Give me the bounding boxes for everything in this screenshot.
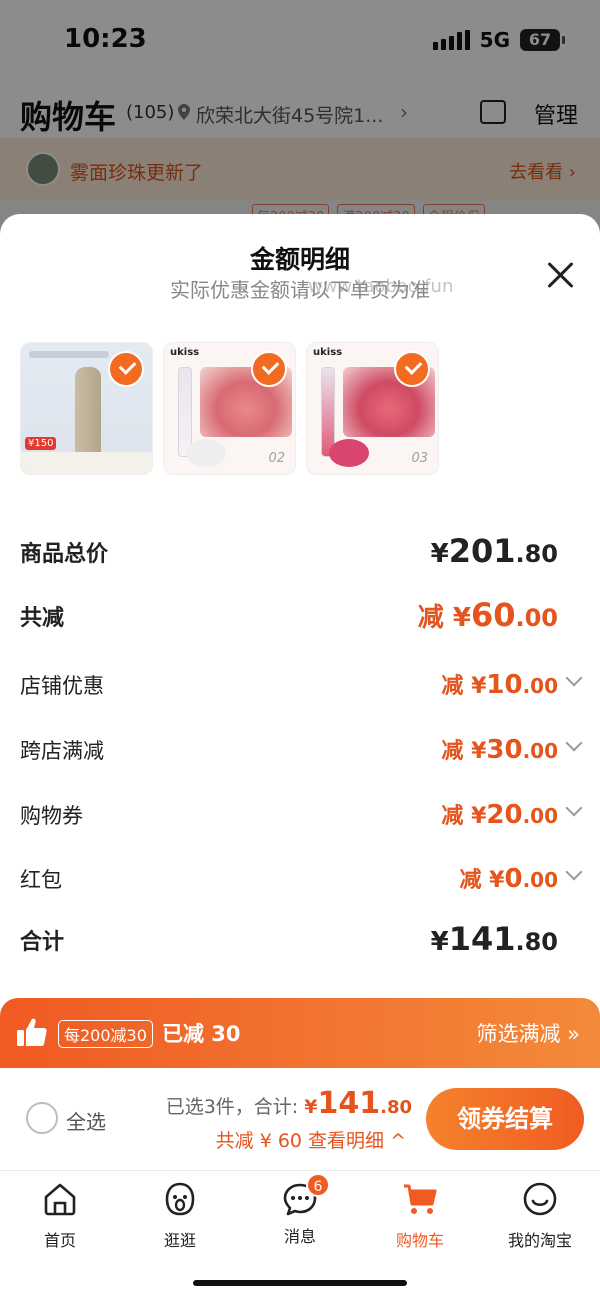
- home-indicator: [193, 1280, 407, 1286]
- chevron-down-icon[interactable]: [565, 799, 583, 817]
- watermark: www.taobao.fun: [308, 276, 454, 297]
- row-value: 减 ¥0.00: [459, 864, 559, 894]
- row-value: 减 ¥10.00: [441, 670, 558, 700]
- row-value: 减 ¥60.00: [417, 596, 558, 634]
- row-value: ¥201.80: [430, 532, 558, 570]
- sheet-subtitle: 实际优惠金额请以下单页为准: [170, 278, 430, 302]
- row-value: ¥141.80: [430, 920, 558, 958]
- checkmark-icon[interactable]: [108, 351, 144, 387]
- row-label: 跨店满减: [20, 739, 104, 763]
- amount-detail-sheet: 金额明细 实际优惠金额请以下单页为准 www.taobao.fun ¥150 u…: [0, 214, 600, 1298]
- chevron-down-icon[interactable]: [565, 669, 583, 687]
- row-label: 商品总价: [20, 542, 109, 567]
- tab-label: 逛逛: [163, 1231, 196, 1250]
- checkout-bar: 全选 已选3件，合计: ¥141.80 共减 ¥ 60 查看明细 ^ 领券结算: [0, 1068, 600, 1170]
- selected-products: ¥150 ukiss 02 ukiss 03: [20, 342, 439, 475]
- cart-icon: [404, 1184, 437, 1214]
- selected-count-label: 已选3件，合计:: [165, 1096, 299, 1118]
- view-detail-link[interactable]: 共减 ¥ 60 查看明细 ^: [216, 1126, 406, 1153]
- checkmark-icon[interactable]: [394, 351, 430, 387]
- red-packet-row[interactable]: 红包 减 ¥0.00: [0, 858, 600, 898]
- promo-saved: 已减 30: [162, 1022, 241, 1046]
- promo-badge: 每200减30: [58, 1020, 153, 1048]
- select-all-label[interactable]: 全选: [66, 1106, 106, 1135]
- row-value: 减 ¥30.00: [441, 735, 558, 765]
- checkout-button[interactable]: 领券结算: [426, 1088, 584, 1150]
- tab-label: 我的淘宝: [507, 1231, 572, 1250]
- total-discount-row: 共减 减 ¥60.00: [0, 596, 600, 636]
- shade-number: 03: [411, 451, 428, 466]
- home-icon: [44, 1183, 76, 1216]
- tab-messages[interactable]: 6 消息: [240, 1173, 360, 1247]
- tab-cart[interactable]: 购物车: [360, 1181, 480, 1251]
- message-icon-wrap: 6: [282, 1173, 330, 1217]
- browse-icon: [165, 1182, 195, 1216]
- shop-discount-row[interactable]: 店铺优惠 减 ¥10.00: [0, 664, 600, 704]
- unread-badge: 6: [306, 1173, 330, 1197]
- chevron-down-icon[interactable]: [565, 863, 583, 881]
- thumbs-up-icon: [17, 1018, 47, 1046]
- row-value: 减 ¥20.00: [441, 800, 558, 830]
- tab-home[interactable]: 首页: [0, 1181, 120, 1251]
- select-all-radio[interactable]: [26, 1102, 58, 1134]
- selected-summary: 已选3件，合计: ¥141.80: [166, 1086, 412, 1121]
- tab-browse[interactable]: 逛逛: [120, 1181, 240, 1251]
- shade-number: 02: [268, 451, 285, 466]
- coupon-row[interactable]: 购物券 减 ¥20.00: [0, 794, 600, 834]
- tab-profile[interactable]: 我的淘宝: [480, 1181, 600, 1251]
- row-label: 合计: [20, 930, 65, 955]
- checkmark-icon[interactable]: [251, 351, 287, 387]
- chevron-down-icon[interactable]: [565, 734, 583, 752]
- row-label: 共减: [20, 606, 65, 631]
- bottom-tab-bar: 首页 逛逛 6 消息 购物车 我的淘宝: [0, 1170, 600, 1298]
- product-thumbnail[interactable]: ¥150: [20, 342, 153, 475]
- sum-row: 合计 ¥141.80: [0, 920, 600, 960]
- filter-discount-link[interactable]: 筛选满减 »: [476, 1018, 580, 1048]
- price-tag: ¥150: [25, 437, 57, 450]
- tab-label: 首页: [43, 1231, 76, 1250]
- total-price-row: 商品总价 ¥201.80: [0, 532, 600, 572]
- promo-bar: 每200减30 已减 30 筛选满减 »: [0, 998, 600, 1068]
- sheet-title: 金额明细: [249, 245, 350, 274]
- cross-store-row[interactable]: 跨店满减 减 ¥30.00: [0, 729, 600, 769]
- product-brand: ukiss: [170, 347, 200, 358]
- tab-label: 购物车: [395, 1231, 444, 1250]
- row-label: 店铺优惠: [20, 674, 104, 698]
- row-label: 购物券: [20, 804, 83, 828]
- product-brand: ukiss: [313, 347, 343, 358]
- tab-label: 消息: [283, 1227, 316, 1246]
- product-thumbnail[interactable]: ukiss 02: [163, 342, 296, 475]
- row-label: 红包: [20, 868, 62, 892]
- profile-icon: [523, 1182, 557, 1216]
- product-bottle-image: [75, 367, 101, 457]
- checkout-total: ¥141.80: [304, 1086, 412, 1121]
- close-icon[interactable]: [546, 260, 576, 290]
- product-thumbnail[interactable]: ukiss 03: [306, 342, 439, 475]
